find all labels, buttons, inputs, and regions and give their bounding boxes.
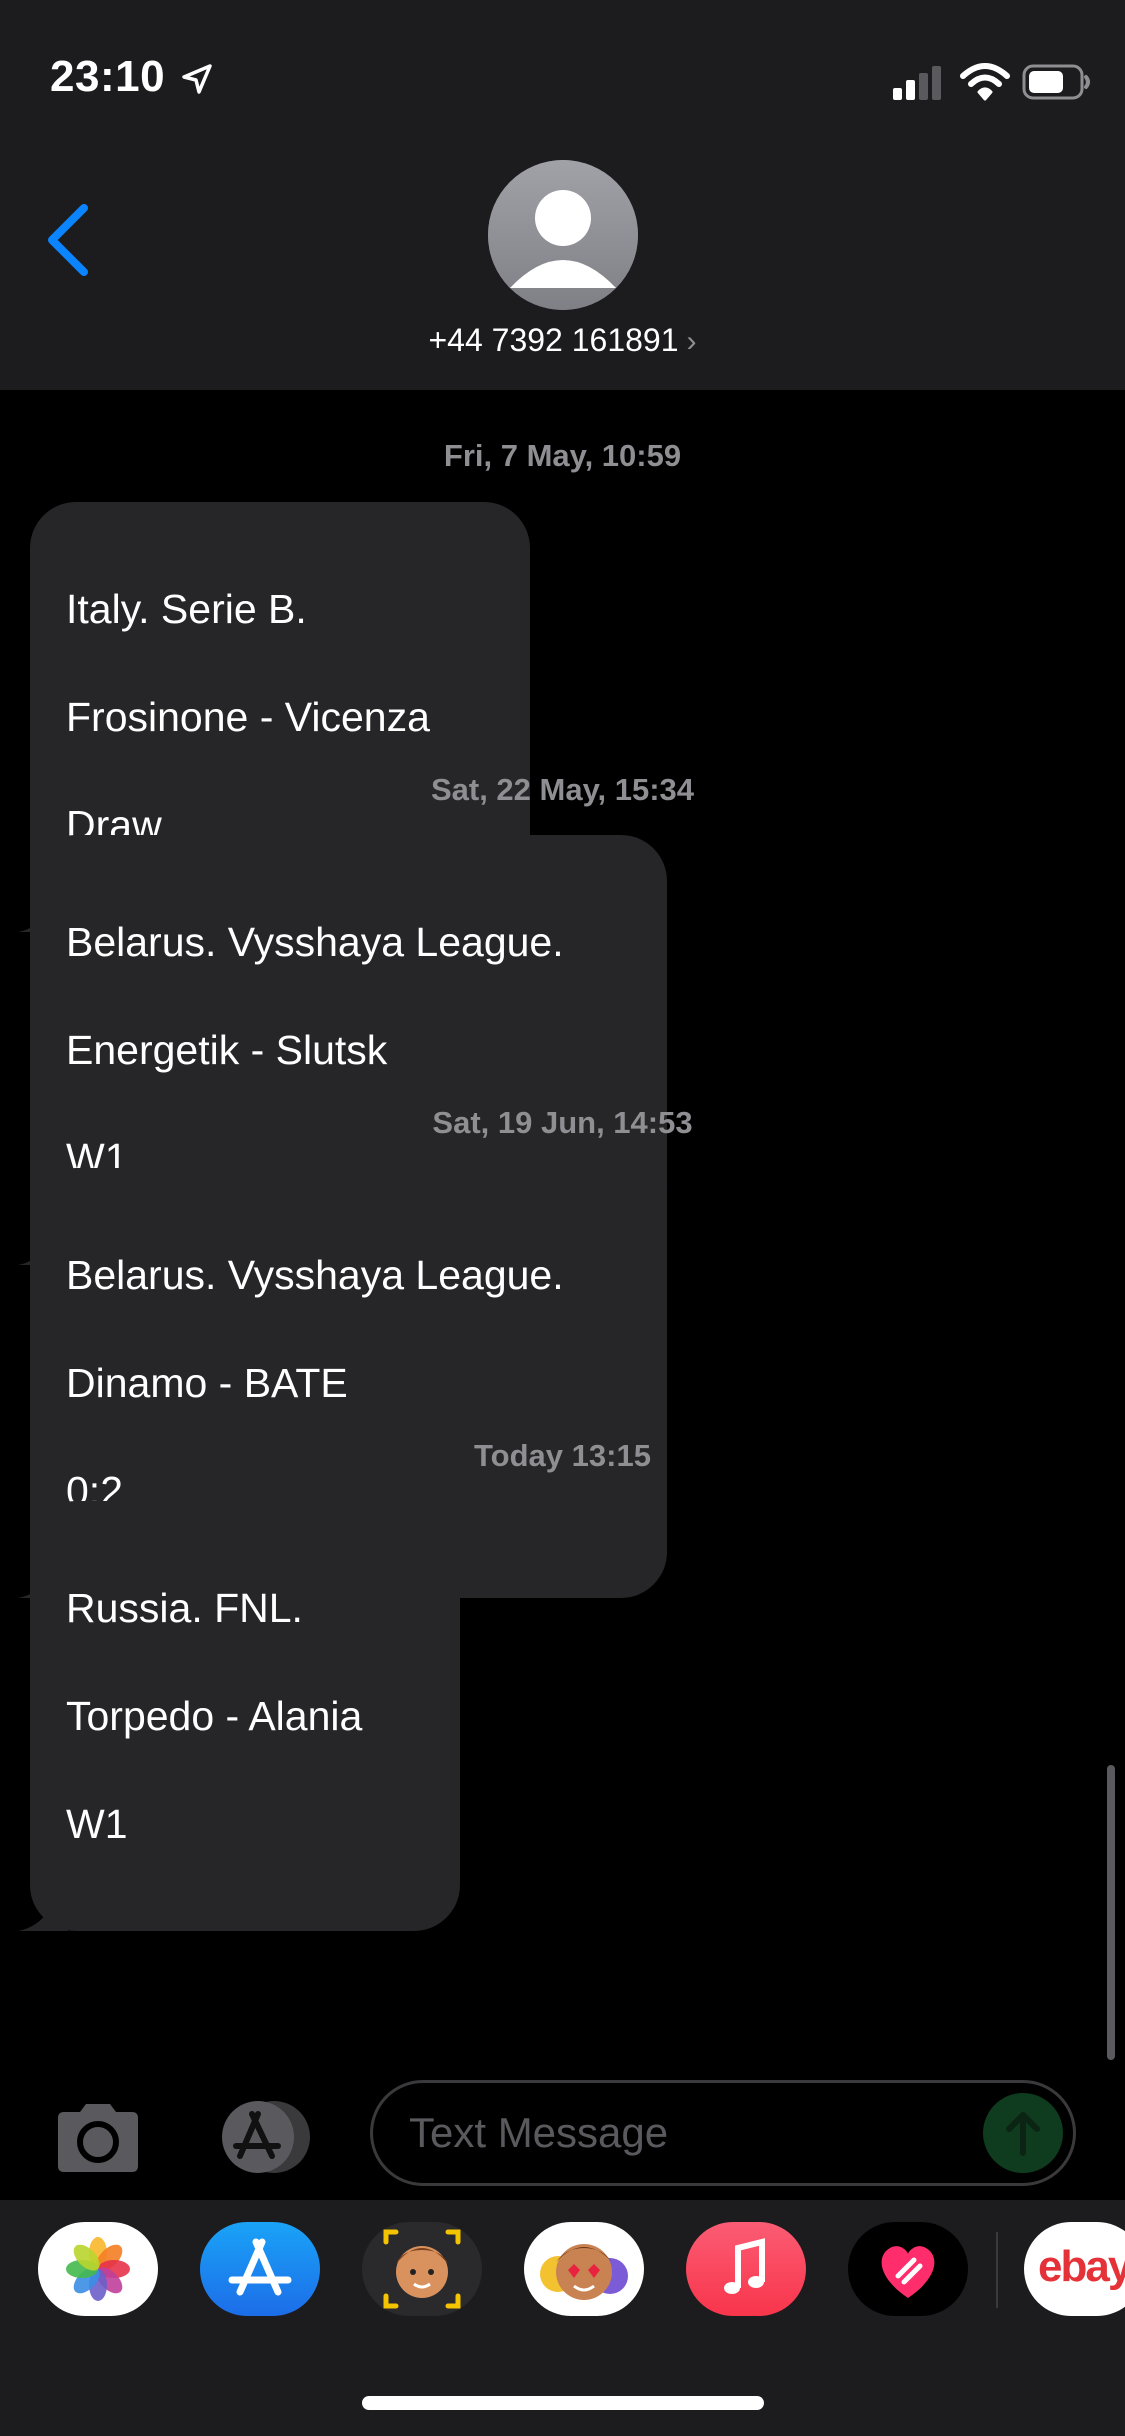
contact-name-button[interactable]: +44 7392 161891 ›: [0, 322, 1125, 359]
status-bar: 23:10: [0, 0, 1125, 150]
contact-number: +44 7392 161891: [428, 322, 679, 358]
message-line: Italy. Serie B.: [66, 586, 307, 632]
contact-avatar[interactable]: [488, 160, 638, 310]
camera-icon[interactable]: [50, 2100, 146, 2176]
message-input[interactable]: [409, 2103, 949, 2163]
memoji-stickers-app-icon[interactable]: [524, 2222, 644, 2316]
wifi-icon: [960, 63, 1010, 101]
message-bubble[interactable]: Russia. FNL. Torpedo - Alania W1: [18, 1501, 460, 1931]
app-store-icon: [222, 2101, 310, 2173]
contact-chevron-icon: ›: [686, 325, 697, 358]
home-indicator[interactable]: [362, 2396, 764, 2410]
location-arrow-icon: [182, 64, 212, 94]
message-line: Torpedo - Alania: [66, 1693, 363, 1739]
compose-bar: [0, 2080, 1125, 2200]
message-line: Dinamo - BATE: [66, 1360, 348, 1406]
messages-screen: 23:10 +44 7392 161891 › Fri, 7 May, 10:5…: [0, 0, 1125, 2436]
cellular-signal-icon: [893, 66, 941, 100]
status-time: 23:10: [50, 52, 166, 101]
message-line: Energetik - Slutsk: [66, 1027, 388, 1073]
send-arrow-icon: [1006, 2112, 1040, 2156]
message-timestamp: Sat, 19 Jun, 14:53: [432, 1105, 693, 1140]
back-chevron-icon[interactable]: [40, 200, 100, 280]
memoji-camera-app-icon[interactable]: [362, 2222, 482, 2316]
message-timestamp: Today 13:15: [474, 1438, 651, 1473]
conversation-header: 23:10 +44 7392 161891 ›: [0, 0, 1125, 390]
battery-icon: [1022, 64, 1090, 100]
scroll-indicator[interactable]: [1107, 1765, 1115, 2060]
message-timestamp: Sat, 22 May, 15:34: [430, 772, 695, 807]
app-store-app-icon[interactable]: [200, 2222, 320, 2316]
ebay-app-icon[interactable]: ebay: [1024, 2222, 1125, 2316]
tray-divider: [996, 2232, 998, 2308]
photos-app-icon[interactable]: [38, 2222, 158, 2316]
message-line: Russia. FNL.: [66, 1585, 303, 1631]
music-app-icon[interactable]: [686, 2222, 806, 2316]
app-store-button[interactable]: [210, 2092, 320, 2182]
message-line: Frosinone - Vicenza: [66, 694, 430, 740]
message-line: Belarus. Vysshaya League.: [66, 919, 564, 965]
message-line: Belarus. Vysshaya League.: [66, 1252, 564, 1298]
message-line: W1: [66, 1801, 128, 1847]
ebay-logo-text: ebay: [1038, 2242, 1125, 2291]
send-button[interactable]: [983, 2093, 1063, 2173]
message-timestamp: Fri, 7 May, 10:59: [443, 438, 682, 473]
person-silhouette-icon: [488, 160, 638, 310]
digital-touch-app-icon[interactable]: [848, 2222, 968, 2316]
message-text-field[interactable]: [370, 2080, 1076, 2186]
